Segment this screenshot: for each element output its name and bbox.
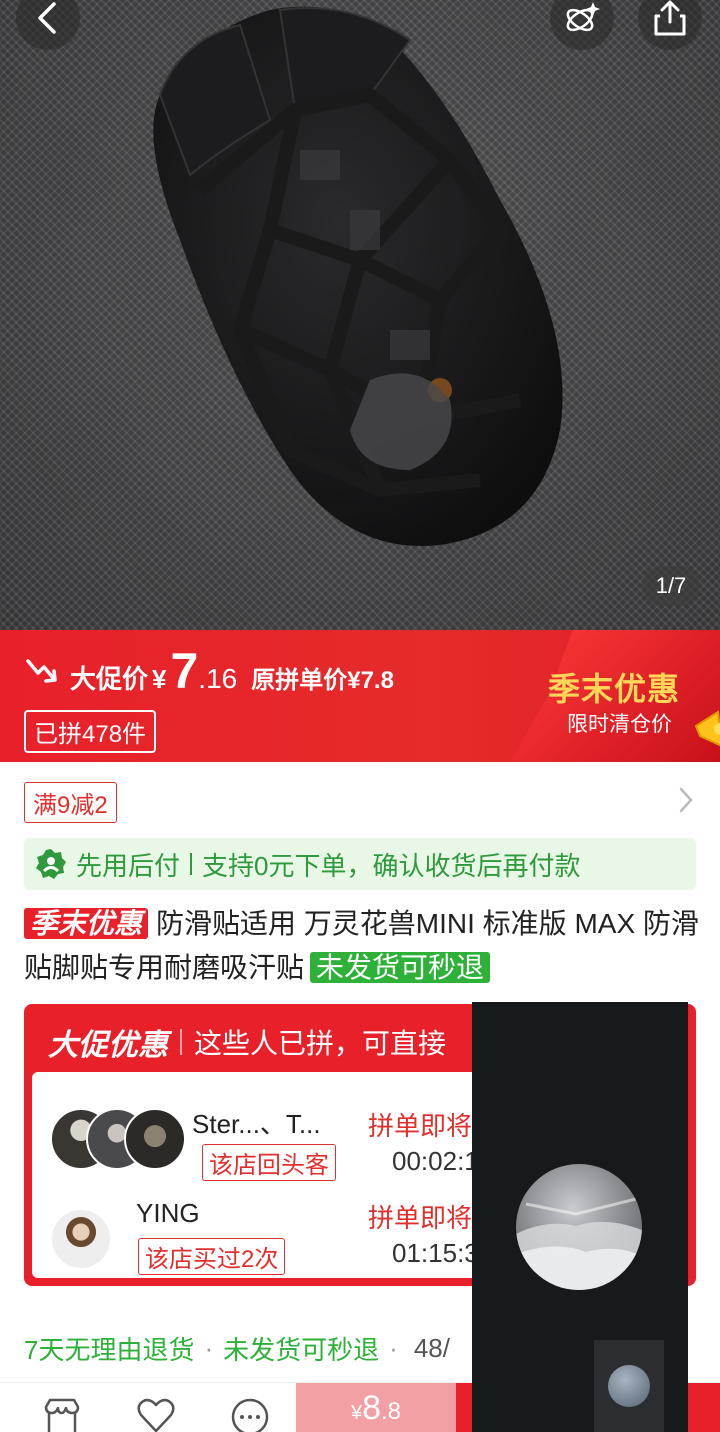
chevron-right-icon [679, 787, 693, 813]
buy-alone-price-decimal: .8 [381, 1398, 402, 1425]
buy-alone-price-integer: 8 [362, 1388, 382, 1427]
avatar [50, 1208, 112, 1270]
campaign-subtitle: 限时清仓价 [567, 713, 672, 736]
video-preview-circle[interactable] [516, 1164, 642, 1290]
currency-symbol: ¥ [350, 1401, 363, 1424]
price-label: 大促价 [70, 664, 149, 694]
price-banner: 大促价 ¥ 7 .16 原拼单价¥7.8 已拼478件 季末优惠 限时清仓价 [0, 630, 720, 762]
floating-video-window[interactable] [472, 1002, 688, 1432]
price-integer: 7 [170, 643, 199, 699]
group-buy-header: 大促优惠 这些人已拼，可直接 [48, 1020, 446, 1064]
group-member-names: Ster...、T... [192, 1109, 321, 1139]
divider [190, 853, 193, 875]
service-more: 48/ [413, 1333, 450, 1363]
group-buy-header-text: 这些人已拼，可直接 [194, 1028, 447, 1059]
store-icon[interactable] [42, 1397, 82, 1432]
group-status: 拼单即将 [368, 1111, 473, 1141]
member-badge: 该店买过2次 [138, 1238, 286, 1275]
product-title: 季末优惠 防滑贴适用 万灵花兽MINI 标准版 MAX 防滑贴脚贴专用耐磨吸汗贴未… [24, 902, 704, 990]
pay-later-label: 先用后付 [76, 850, 181, 881]
share-icon [654, 0, 686, 36]
group-countdown: 01:15:3 [392, 1238, 479, 1268]
promotion-row[interactable]: 满9减2 [24, 780, 696, 823]
campaign-title: 季末优惠 [547, 671, 680, 707]
separator-dot: · [204, 1333, 214, 1363]
price-down-trend-icon [26, 659, 57, 683]
price-row: 大促价 ¥ 7 .16 原拼单价¥7.8 [24, 646, 394, 696]
video-thumbnail[interactable] [594, 1340, 664, 1432]
divider [180, 1029, 182, 1055]
pay-later-description: 支持0元下单，确认收货后再付款 [202, 850, 581, 881]
product-mouse-image [153, 6, 563, 547]
heart-icon[interactable] [136, 1397, 176, 1432]
original-price: 原拼单价¥7.8 [251, 667, 394, 694]
group-countdown: 00:02:1 [392, 1146, 479, 1176]
sold-count-badge: 已拼478件 [24, 710, 157, 753]
separator-dot: · [389, 1333, 398, 1363]
image-counter: 1/7 [642, 566, 700, 606]
service-return-policy: 7天无理由退货 [24, 1335, 195, 1365]
share-button[interactable] [638, 0, 702, 50]
group-status: 拼单即将 [368, 1203, 473, 1233]
service-guarantee-row[interactable]: 7天无理由退货 · 未发货可秒退 · 48/ [24, 1330, 450, 1367]
clouds-scene-image [516, 1197, 642, 1290]
chat-icon[interactable] [230, 1397, 270, 1432]
atom-sparkle-icon [566, 2, 600, 32]
chevron-left-icon [38, 2, 56, 34]
price-decimal: .16 [198, 663, 238, 694]
pay-later-banner[interactable]: 先用后付 支持0元下单，确认收货后再付款 [24, 838, 696, 890]
currency-symbol: ¥ [152, 664, 167, 694]
back-button[interactable] [16, 0, 80, 50]
pay-later-icon [36, 849, 66, 879]
group-member-names: YING [136, 1198, 200, 1228]
member-badge: 该店回头客 [202, 1144, 336, 1181]
campaign-tag: 季末优惠 [24, 908, 149, 939]
service-refund-policy: 未发货可秒退 [223, 1335, 380, 1365]
product-image-gallery[interactable]: 1/7 [0, 0, 720, 630]
coupon-tag: 满9减2 [24, 782, 117, 823]
ship-refund-tag: 未发货可秒退 [310, 952, 491, 983]
megaphone-icon [694, 710, 720, 747]
avatar [124, 1108, 186, 1170]
video-mini-avatar [608, 1365, 650, 1407]
buy-alone-button[interactable]: ¥ 8 .8 [296, 1383, 456, 1432]
group-buy-brand: 大促优惠 [48, 1029, 168, 1062]
